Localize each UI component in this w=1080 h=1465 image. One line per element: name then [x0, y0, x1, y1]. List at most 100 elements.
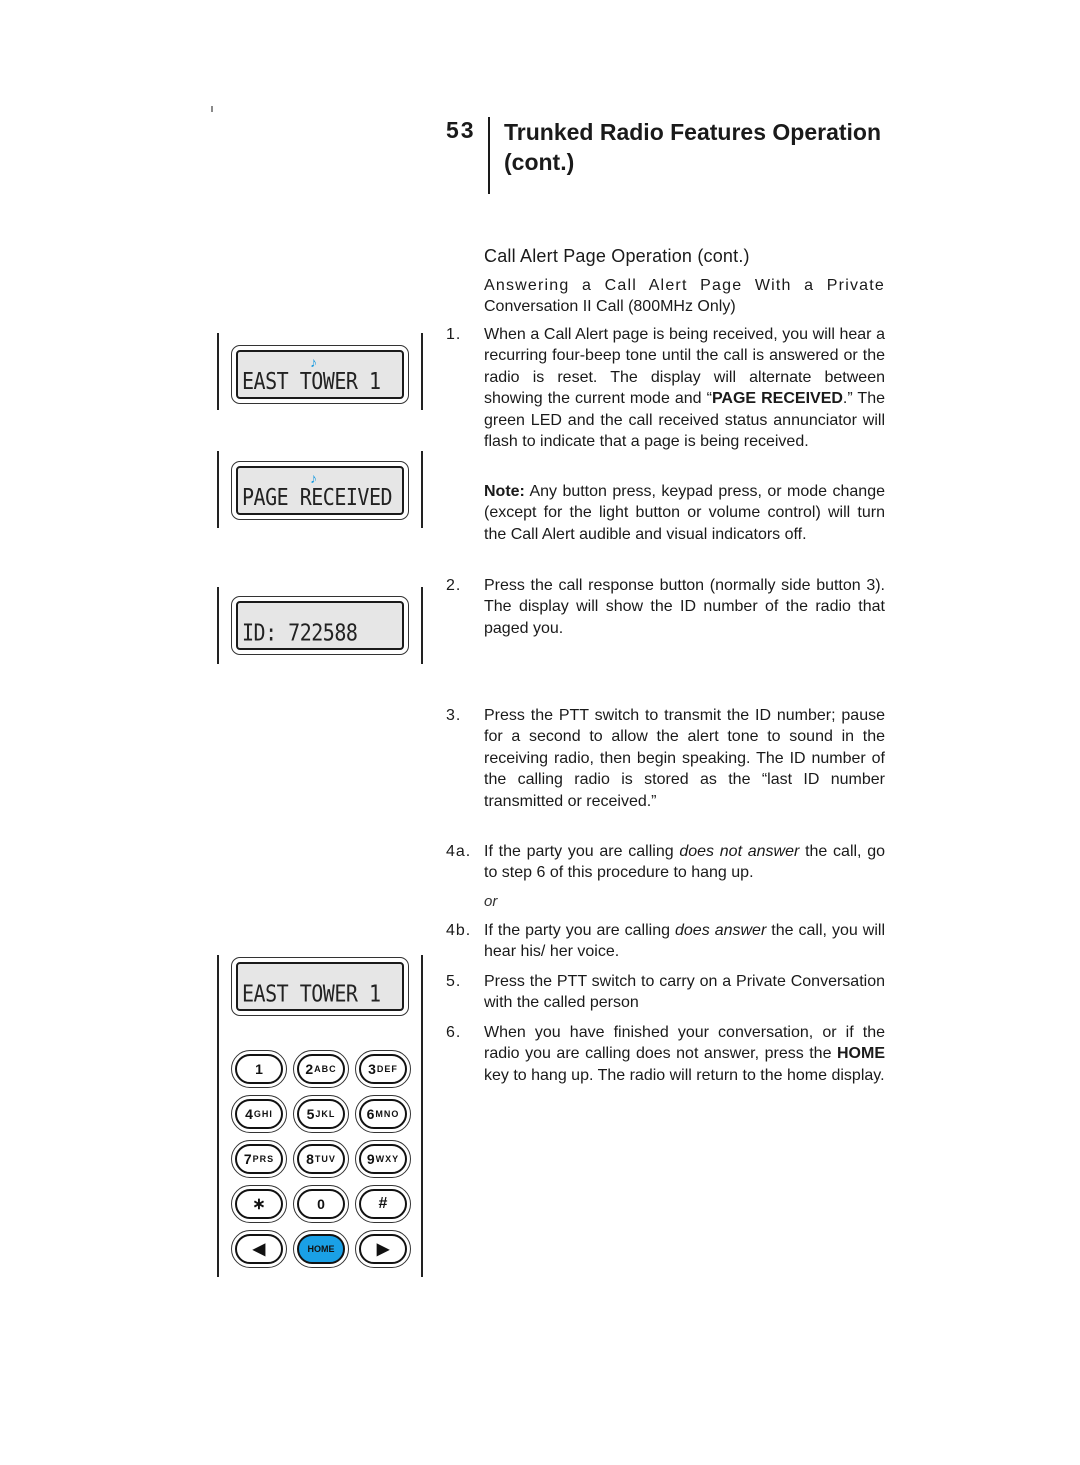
- text-run: key to hang up. The radio will return to…: [484, 1066, 885, 1084]
- key-label: 1: [255, 1061, 263, 1077]
- radio-body-edge: [421, 955, 423, 1277]
- step-4a: 4a. If the party you are calling does no…: [446, 841, 886, 884]
- lcd-text: PAGE RECEIVED: [242, 483, 393, 511]
- key-5[interactable]: 5 JKL: [293, 1095, 349, 1133]
- key-face: 7 PRS: [235, 1144, 283, 1174]
- step-6: 6. When you have finished your conversat…: [446, 1022, 886, 1086]
- key-face: 4 GHI: [235, 1099, 283, 1129]
- key-letters: MNO: [375, 1109, 400, 1119]
- step-2: 2. Press the call response button (norma…: [446, 575, 886, 639]
- key-9[interactable]: 9 WXY: [355, 1140, 411, 1178]
- lcd-display: EAST TOWER 1: [231, 957, 409, 1016]
- step-number: 3.: [446, 707, 462, 724]
- chapter-title-line1: Trunked Radio Features Operation: [504, 119, 882, 145]
- step-text: If the party you are calling does not an…: [484, 841, 885, 884]
- radio-body-edge: [217, 333, 219, 410]
- key-face: 5 JKL: [297, 1099, 345, 1129]
- key-label: 5: [306, 1106, 315, 1122]
- lcd-display: ♪ EAST TOWER 1: [231, 345, 409, 404]
- key-label: 7: [243, 1151, 252, 1167]
- chapter-title-line2: (cont.): [504, 149, 575, 175]
- lcd-display: ID: 722588: [231, 596, 409, 655]
- section-title: Call Alert Page Operation (cont.): [484, 246, 750, 266]
- radio-keypad-illustration: EAST TOWER 1 1 2 ABC 3 DEF 4 GHI 5 JKL 6 MNO 7 PRS 8 T…: [217, 955, 423, 1277]
- step-text: If the party you are calling does answer…: [484, 920, 885, 963]
- key-letters: GHI: [253, 1109, 273, 1119]
- emphasis-bold: HOME: [837, 1045, 885, 1063]
- key-face: 9 WXY: [359, 1144, 407, 1174]
- key-pound[interactable]: #: [355, 1185, 411, 1223]
- lcd-text: EAST TOWER 1: [242, 367, 381, 395]
- key-face: 8 TUV: [297, 1144, 345, 1174]
- key-face: 0: [297, 1189, 345, 1219]
- step-text: Press the PTT switch to carry on a Priva…: [484, 971, 885, 1014]
- emphasis-bold: Note:: [484, 483, 525, 500]
- key-1[interactable]: 1: [231, 1050, 287, 1088]
- key-star[interactable]: ∗: [231, 1185, 287, 1223]
- text-run: If the party you are calling: [484, 843, 680, 860]
- or-text: or: [484, 893, 498, 910]
- text-run: Any button press, keypad press, or mode …: [484, 483, 885, 543]
- key-face: 6 MNO: [359, 1099, 407, 1129]
- text-run: Press the PTT switch to transmit the ID …: [484, 707, 885, 810]
- radio-display-illustration-3: ID: 722588: [217, 587, 423, 664]
- key-label: 2: [305, 1061, 314, 1077]
- star-icon: ∗: [252, 1196, 266, 1213]
- key-0[interactable]: 0: [293, 1185, 349, 1223]
- key-right[interactable]: ▶: [355, 1230, 411, 1268]
- key-3[interactable]: 3 DEF: [355, 1050, 411, 1088]
- radio-body-edge: [217, 955, 219, 1277]
- key-face: ∗: [235, 1189, 283, 1219]
- note: Note: Any button press, keypad press, or…: [446, 481, 886, 545]
- lcd-screen: ♪ PAGE RECEIVED: [236, 466, 404, 515]
- key-face: 1: [235, 1054, 283, 1084]
- radio-display-illustration-1: ♪ EAST TOWER 1: [217, 333, 423, 410]
- step-1: 1. When a Call Alert page is being recei…: [446, 324, 886, 452]
- key-4[interactable]: 4 GHI: [231, 1095, 287, 1133]
- step-4b: 4b. If the party you are calling does an…: [446, 920, 886, 963]
- arrow-right-icon: ▶: [376, 1241, 390, 1258]
- step-number: 5.: [446, 973, 462, 990]
- key-letters: ABC: [314, 1064, 337, 1074]
- subsection-title-line1: Answering a Call Alert Page With a Priva…: [484, 277, 885, 294]
- step-text: Press the PTT switch to transmit the ID …: [484, 705, 885, 812]
- radio-display-illustration-2: ♪ PAGE RECEIVED: [217, 451, 423, 528]
- radio-body-edge: [421, 451, 423, 528]
- key-2[interactable]: 2 ABC: [293, 1050, 349, 1088]
- step-text: When you have finished your conversation…: [484, 1022, 885, 1086]
- lcd-screen: ID: 722588: [236, 601, 404, 650]
- text-run: When you have finished your conversation…: [484, 1024, 885, 1063]
- chapter-divider: [488, 117, 490, 194]
- pound-icon: #: [378, 1195, 388, 1212]
- key-letters: TUV: [314, 1154, 336, 1164]
- key-label: 8: [306, 1151, 314, 1167]
- key-home[interactable]: HOME: [293, 1230, 349, 1268]
- lcd-display: ♪ PAGE RECEIVED: [231, 461, 409, 520]
- step-5: 5. Press the PTT switch to carry on a Pr…: [446, 971, 886, 1014]
- step-number: 1.: [446, 326, 462, 343]
- step-3: 3. Press the PTT switch to transmit the …: [446, 705, 886, 812]
- text-run: Press the PTT switch to carry on a Priva…: [484, 973, 885, 1012]
- key-face: 3 DEF: [359, 1054, 407, 1084]
- lcd-screen: ♪ EAST TOWER 1: [236, 350, 404, 399]
- key-face: 2 ABC: [297, 1054, 345, 1084]
- radio-body-edge: [217, 451, 219, 528]
- subsection-title: Answering a Call Alert Page With a Priva…: [484, 275, 885, 317]
- key-letters: JKL: [315, 1109, 336, 1119]
- note-text: Note: Any button press, keypad press, or…: [484, 481, 885, 545]
- key-7[interactable]: 7 PRS: [231, 1140, 287, 1178]
- emphasis-bold: PAGE RECEIVED: [711, 390, 843, 408]
- emphasis-italic: does not answer: [679, 843, 800, 860]
- lcd-screen: EAST TOWER 1: [236, 962, 404, 1011]
- arrow-left-icon: ◀: [252, 1241, 266, 1258]
- key-label: 9: [366, 1151, 375, 1167]
- step-number: 6.: [446, 1024, 462, 1041]
- key-6[interactable]: 6 MNO: [355, 1095, 411, 1133]
- key-label: HOME: [307, 1244, 335, 1254]
- key-8[interactable]: 8 TUV: [293, 1140, 349, 1178]
- key-label: 6: [366, 1106, 375, 1122]
- key-left[interactable]: ◀: [231, 1230, 287, 1268]
- radio-body-edge: [421, 587, 423, 664]
- key-face: ▶: [359, 1234, 407, 1264]
- lcd-text: EAST TOWER 1: [242, 979, 381, 1007]
